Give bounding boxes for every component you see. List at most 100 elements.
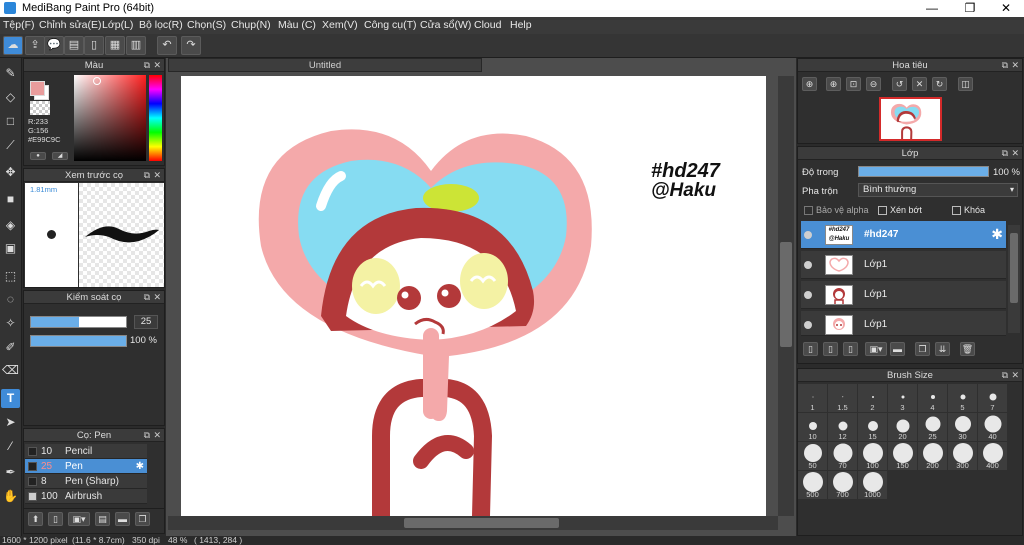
menu-snap[interactable]: Chụp(N) [231,19,271,31]
select-pen-icon[interactable]: ✐ [1,338,20,357]
visibility-icon[interactable] [804,231,812,239]
divide-tool-icon[interactable]: ✒ [1,463,20,482]
menu-layer[interactable]: Lớp(L) [102,19,133,31]
brush-size-option[interactable]: 500 [798,471,827,499]
close-panel-icon[interactable]: ✕ [153,59,161,72]
brush-menu-icon[interactable]: ▣▾ [68,512,90,526]
zoom-out-icon[interactable]: ⊖ [866,77,881,91]
gear-icon[interactable]: ✱ [136,459,144,474]
hue-slider[interactable] [149,75,162,161]
close-panel-icon[interactable]: ✕ [1011,59,1019,72]
brush-size-option[interactable]: 2 [858,384,887,412]
undock-icon[interactable]: ⧉ [144,59,150,72]
brush-size-option[interactable]: 400 [978,442,1007,470]
tile-icon[interactable]: ▥ [126,36,146,55]
gear-icon[interactable]: ✱ [991,226,1003,243]
brush-size-option[interactable]: 3 [888,384,917,412]
color-picker-handle[interactable] [93,77,101,85]
select-rect-icon[interactable]: ⬚ [1,267,20,286]
undo-icon[interactable]: ↶ [157,36,177,55]
primary-color-swatch[interactable] [30,81,45,96]
flip-icon[interactable]: ◫ [958,77,973,91]
actual-size-icon[interactable]: ✕ [912,77,927,91]
menu-help[interactable]: Help [510,19,532,31]
transparent-swatch[interactable] [30,101,50,115]
brush-size-option[interactable]: 150 [888,442,917,470]
brush-size-option[interactable]: 30 [948,413,977,441]
brush-size-slider[interactable] [30,316,127,328]
layer-opacity-slider[interactable] [858,166,989,177]
text-tool-icon[interactable]: T [1,389,20,408]
add-brush-icon[interactable]: ⬆ [28,512,43,526]
share-icon[interactable]: ⇪ [25,36,45,55]
operation-tool-icon[interactable]: ➤ [1,413,20,432]
move-tool-icon[interactable]: ✥ [1,163,20,182]
brush-size-option[interactable]: 50 [798,442,827,470]
trash-icon[interactable]: 🗑 [960,342,975,356]
brush-size-value[interactable]: 25 [134,315,158,329]
zoom-in-icon[interactable]: ⊕ [826,77,841,91]
new-brush-icon[interactable]: ▯ [48,512,63,526]
select-eraser-icon[interactable]: ⌫ [1,361,20,380]
menu-file[interactable]: Tệp(F) [3,19,35,31]
layer-row[interactable]: Lớp1 [801,281,1006,309]
brush-size-option[interactable]: 100 [858,442,887,470]
fit-icon[interactable]: ⊡ [846,77,861,91]
close-panel-icon[interactable]: ✕ [153,169,161,182]
document-tab[interactable]: Untitled [168,58,482,72]
close-panel-icon[interactable]: ✕ [1011,369,1019,382]
clipping-checkbox[interactable] [878,206,887,215]
menu-edit[interactable]: Chỉnh sửa(E) [39,19,101,31]
layer-row[interactable]: Lớp1 [801,251,1006,279]
menu-view[interactable]: Xem(V) [322,19,358,31]
brush-item-pencil[interactable]: 10 Pencil [25,444,147,459]
undock-icon[interactable]: ⧉ [1002,59,1008,72]
new-8bit-layer-icon[interactable]: ▯ [843,342,858,356]
close-button[interactable]: ✕ [990,0,1022,17]
comment-icon[interactable]: 💬 [44,36,64,55]
brush-size-option[interactable]: 20 [888,413,917,441]
layer-add-menu-icon[interactable]: ▣▾ [865,342,887,356]
brush-size-option[interactable]: 40 [978,413,1007,441]
brush-item-pen-sharp[interactable]: 8 Pen (Sharp) [25,474,147,489]
brush-size-option[interactable]: 1 [798,384,827,412]
layer-scrollbar[interactable] [1008,225,1020,333]
close-panel-icon[interactable]: ✕ [1011,147,1019,160]
fill-rect-icon[interactable]: ■ [1,190,20,209]
grid-icon[interactable]: ▦ [105,36,125,55]
zoom-reset-icon[interactable]: ⊕ [802,77,817,91]
undock-icon[interactable]: ⧉ [1002,369,1008,382]
drawing-canvas[interactable]: #hd247 @Haku [181,76,766,516]
menu-select[interactable]: Chọn(S) [187,19,226,31]
protect-alpha-checkbox[interactable] [804,206,813,215]
page-icon[interactable]: ▯ [84,36,104,55]
shape-tool-icon[interactable]: □ [1,112,20,131]
rotate-right-icon[interactable]: ↻ [932,77,947,91]
eraser-tool-icon[interactable]: ◇ [1,88,20,107]
vertical-scroll-thumb[interactable] [780,242,792,347]
brush-tool-icon[interactable]: ✎ [1,64,20,83]
brush-size-option[interactable]: 70 [828,442,857,470]
layer-folder-icon[interactable]: ▬ [890,342,905,356]
brush-size-option[interactable]: 700 [828,471,857,499]
visibility-icon[interactable] [804,321,812,329]
color-swap-icon[interactable]: ● [30,152,46,160]
brush-size-option[interactable]: 4 [918,384,947,412]
brush-size-option[interactable]: 15 [858,413,887,441]
horizontal-scroll-thumb[interactable] [404,518,559,528]
undock-icon[interactable]: ⧉ [144,291,150,304]
brush-item-pen[interactable]: 25 Pen ✱ [25,459,147,474]
pen-line-icon[interactable]: ⟋ [1,136,20,155]
brush-size-option[interactable]: 300 [948,442,977,470]
layer-scroll-thumb[interactable] [1010,233,1018,303]
vertical-scrollbar[interactable] [778,76,794,516]
eyedropper-icon[interactable]: ⁄ [1,437,20,456]
rotate-left-icon[interactable]: ↺ [892,77,907,91]
new-halftone-layer-icon[interactable]: ▯ [823,342,838,356]
menu-window[interactable]: Cửa sổ(W) [420,19,471,31]
brush-item-airbrush[interactable]: 100 Airbrush [25,489,147,504]
menu-cloud[interactable]: Cloud [474,19,501,31]
brush-settings-icon[interactable]: ▤ [95,512,110,526]
lasso-icon[interactable]: ◌ [1,290,20,309]
close-panel-icon[interactable]: ✕ [153,429,161,442]
